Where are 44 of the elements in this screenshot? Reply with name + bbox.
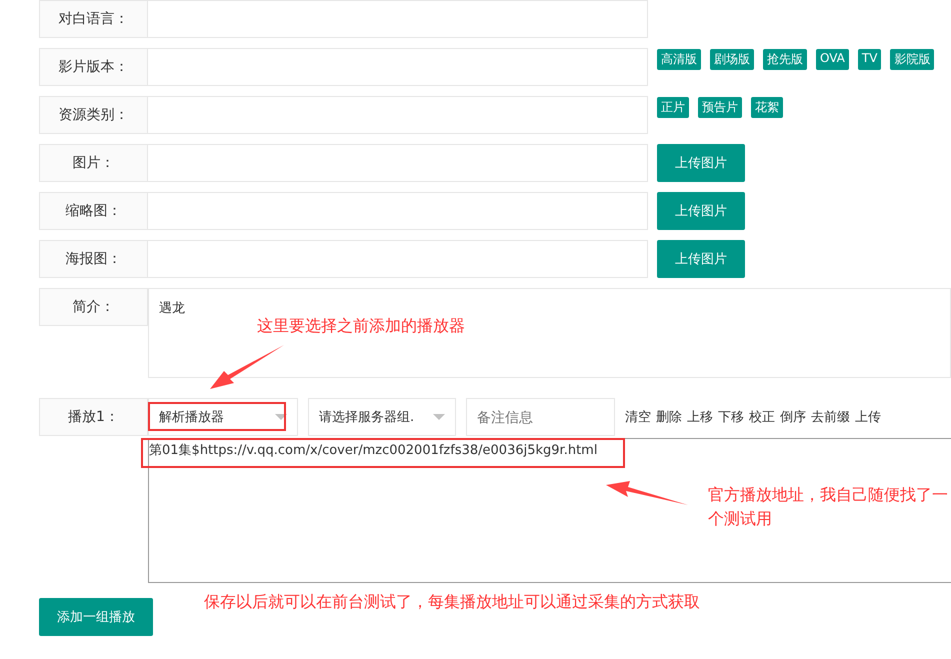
action-link[interactable]: 下移 [718, 408, 744, 426]
annotation-text: 官方播放地址，我自己随便找了一个测试用 [708, 484, 949, 530]
tag-chip[interactable]: 预告片 [698, 97, 742, 118]
note-field[interactable]: 备注信息 [466, 398, 615, 436]
action-link[interactable]: 上传 [855, 408, 881, 426]
add-group-button[interactable]: 添加一组播放 [39, 598, 153, 636]
action-link[interactable]: 删除 [656, 408, 682, 426]
tag-chip[interactable]: 影院版 [890, 49, 934, 70]
upload-button[interactable]: 上传图片 [657, 240, 745, 278]
tag-chip[interactable]: 花絮 [751, 97, 783, 118]
action-link[interactable]: 上移 [687, 408, 713, 426]
caret-icon [275, 414, 287, 420]
tag-chip[interactable]: TV [858, 49, 882, 70]
annotation-text: 保存以后就可以在前台测试了，每集播放地址可以通过采集的方式获取 [204, 591, 700, 613]
field-label: 播放1： [39, 398, 148, 436]
tag-chip[interactable]: 高清版 [657, 49, 701, 70]
tag-chip[interactable]: 剧场版 [710, 49, 754, 70]
field-label: 图片： [39, 144, 148, 182]
field-label: 海报图： [39, 240, 148, 278]
input-field[interactable] [148, 192, 648, 230]
field-label: 影片版本： [39, 48, 148, 86]
tag-chip[interactable]: 正片 [657, 97, 689, 118]
tag-chip[interactable]: 抢先版 [763, 49, 807, 70]
caret-icon [433, 414, 445, 420]
input-field[interactable] [148, 0, 648, 38]
field-label: 对白语言： [39, 0, 148, 38]
action-link[interactable]: 校正 [749, 408, 775, 426]
field-label: 资源类别： [39, 96, 148, 134]
action-link[interactable]: 去前缀 [811, 408, 850, 426]
server-select[interactable]: 请选择服务器组. [308, 398, 456, 436]
input-field[interactable] [148, 96, 648, 134]
upload-button[interactable]: 上传图片 [657, 192, 745, 230]
upload-button[interactable]: 上传图片 [657, 144, 745, 182]
player-select[interactable]: 解析播放器 [148, 398, 298, 436]
action-link[interactable]: 清空 [625, 408, 651, 426]
arrow-icon [208, 343, 286, 391]
field-label: 缩略图： [39, 192, 148, 230]
input-field[interactable] [148, 48, 648, 86]
field-label: 简介： [39, 288, 148, 326]
tag-chip[interactable]: OVA [816, 49, 849, 70]
action-link[interactable]: 倒序 [780, 408, 806, 426]
annotation-text: 这里要选择之前添加的播放器 [257, 315, 465, 337]
input-field[interactable] [148, 144, 648, 182]
input-field[interactable] [148, 240, 648, 278]
